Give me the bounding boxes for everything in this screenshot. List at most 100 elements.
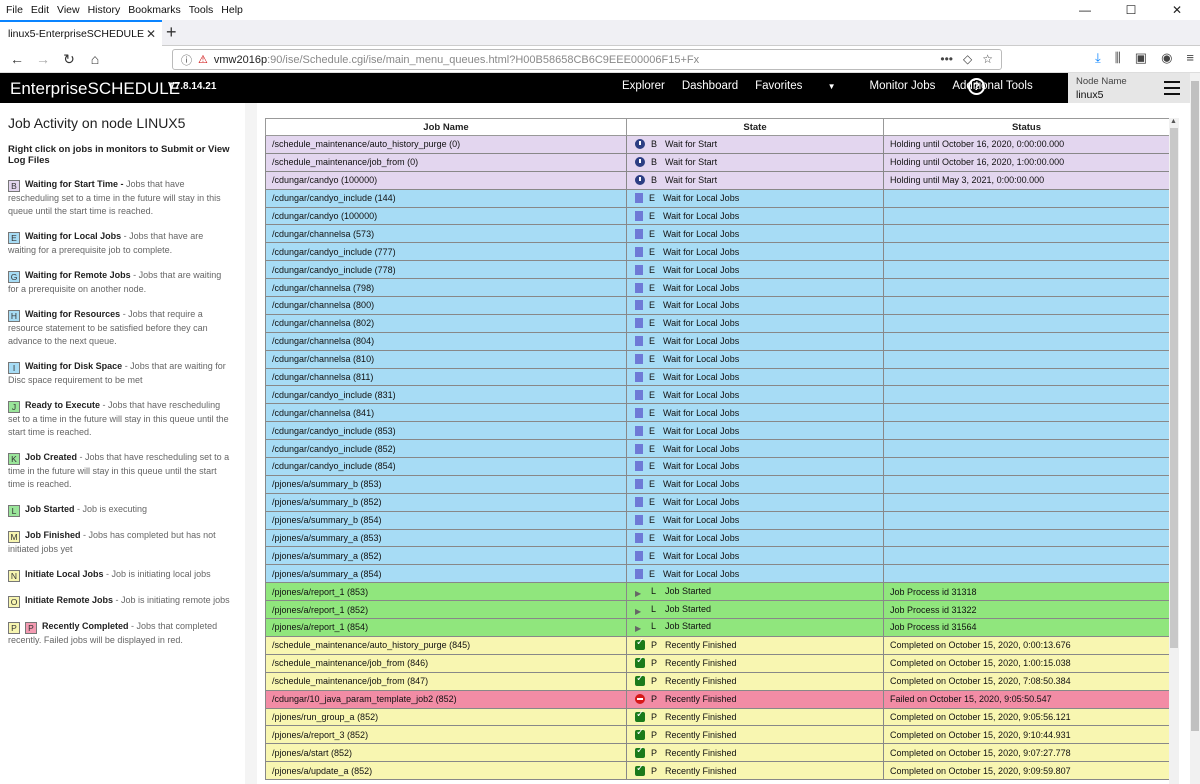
status-cell[interactable] <box>883 349 1169 369</box>
menu-tools[interactable]: Tools <box>189 4 219 16</box>
job-name-cell[interactable]: /cdungar/10_java_param_template_job2 (85… <box>265 689 627 709</box>
state-cell[interactable]: E Wait for Local Jobs <box>626 510 884 530</box>
state-cell[interactable]: E Wait for Local Jobs <box>626 260 884 280</box>
status-cell[interactable] <box>883 260 1169 280</box>
job-name-cell[interactable]: /pjones/a/summary_b (854) <box>265 510 627 530</box>
table-row[interactable]: /schedule_maintenance/auto_history_purge… <box>265 635 1169 655</box>
state-cell[interactable]: E Wait for Local Jobs <box>626 331 884 351</box>
status-cell[interactable]: Completed on October 15, 2020, 9:05:56.1… <box>883 707 1169 727</box>
table-row[interactable]: /cdungar/channelsa (802) E Wait for Local … <box>265 313 1169 333</box>
download-icon[interactable]: ⤓ <box>1095 50 1101 66</box>
state-cell[interactable]: E Wait for Local Jobs <box>626 421 884 441</box>
table-row[interactable]: /pjones/a/summary_a (854) E Wait for Local… <box>265 564 1169 584</box>
table-scroll-thumb[interactable] <box>1170 128 1178 648</box>
job-name-cell[interactable]: /cdungar/candyo (100000) <box>265 170 627 190</box>
status-cell[interactable]: Job Process id 31564 <box>883 618 1169 637</box>
state-cell[interactable]: B Wait for Start <box>626 152 884 172</box>
status-cell[interactable] <box>883 313 1169 333</box>
status-cell[interactable]: Job Process id 31318 <box>883 582 1169 602</box>
nav-dashboard[interactable]: Dashboard <box>682 80 738 92</box>
table-row[interactable]: /cdungar/channelsa (800) E Wait for Local … <box>265 296 1169 315</box>
table-row[interactable]: /pjones/a/summary_a (852) E Wait for Local… <box>265 546 1169 566</box>
job-name-cell[interactable]: /cdungar/candyo_include (831) <box>265 385 627 405</box>
job-name-cell[interactable]: /cdungar/candyo_include (853) <box>265 421 627 441</box>
status-cell[interactable] <box>883 403 1169 423</box>
status-cell[interactable] <box>883 457 1169 476</box>
table-row[interactable]: /cdungar/candyo_include (777) E Wait for L… <box>265 242 1169 262</box>
status-cell[interactable] <box>883 367 1169 387</box>
state-cell[interactable]: P Recently Finished <box>626 761 884 781</box>
minimize-icon[interactable]: — <box>1062 0 1108 20</box>
status-cell[interactable]: Job Process id 31322 <box>883 600 1169 620</box>
table-row[interactable]: /pjones/a/summary_a (853) E Wait for Local… <box>265 528 1169 548</box>
pocket-icon[interactable]: ◇ <box>963 52 972 66</box>
state-cell[interactable]: E Wait for Local Jobs <box>626 278 884 298</box>
insecure-lock-icon[interactable]: ⚠ <box>198 53 208 66</box>
state-cell[interactable]: E Wait for Local Jobs <box>626 224 884 244</box>
job-name-cell[interactable]: /cdungar/channelsa (810) <box>265 349 627 369</box>
maximize-icon[interactable]: ☐ <box>1108 0 1154 20</box>
status-cell[interactable]: Failed on October 15, 2020, 9:05:50.547 <box>883 689 1169 709</box>
menu-file[interactable]: File <box>6 4 28 16</box>
browser-tab[interactable]: linux5-EnterpriseSCHEDULE ✕ <box>0 20 162 46</box>
url-bar[interactable]: ⓘ ⚠ vmw2016p:90/ise/Schedule.cgi/ise/mai… <box>172 49 1002 70</box>
table-row[interactable]: /pjones/a/start (852) P Recently Finished C… <box>265 743 1169 763</box>
state-cell[interactable]: E Wait for Local Jobs <box>626 188 884 208</box>
nav-monitor-jobs[interactable]: Monitor Jobs <box>870 80 936 92</box>
state-cell[interactable]: B Wait for Start <box>626 170 884 190</box>
state-cell[interactable]: E Wait for Local Jobs <box>626 492 884 512</box>
status-cell[interactable]: Holding until October 16, 2020, 1:00:00.… <box>883 152 1169 172</box>
state-cell[interactable]: E Wait for Local Jobs <box>626 242 884 262</box>
status-cell[interactable] <box>883 296 1169 315</box>
state-cell[interactable]: P Recently Finished <box>626 671 884 691</box>
table-row[interactable]: /pjones/a/report_1 (854) L Job Started Job … <box>265 618 1169 637</box>
nav-additional-tools[interactable]: Additional Tools <box>952 80 1032 92</box>
job-name-cell[interactable]: /cdungar/candyo (100000) <box>265 206 627 226</box>
state-cell[interactable]: P Recently Finished <box>626 689 884 709</box>
status-cell[interactable] <box>883 242 1169 262</box>
job-name-cell[interactable]: /pjones/a/report_1 (852) <box>265 600 627 620</box>
job-name-cell[interactable]: /cdungar/candyo_include (777) <box>265 242 627 262</box>
status-cell[interactable]: Completed on October 15, 2020, 7:08:50.3… <box>883 671 1169 691</box>
table-scrollbar[interactable]: ▲ <box>1169 118 1179 784</box>
table-row[interactable]: /pjones/a/report_1 (853) L Job Started Job … <box>265 582 1169 602</box>
status-cell[interactable]: Completed on October 15, 2020, 9:09:59.8… <box>883 761 1169 781</box>
table-row[interactable]: /cdungar/candyo_include (831) E Wait for L… <box>265 385 1169 405</box>
state-cell[interactable]: E Wait for Local Jobs <box>626 313 884 333</box>
status-cell[interactable] <box>883 188 1169 208</box>
state-cell[interactable]: E Wait for Local Jobs <box>626 457 884 476</box>
nav-favorites[interactable]: Favorites ▼ <box>755 80 852 92</box>
state-cell[interactable]: E Wait for Local Jobs <box>626 349 884 369</box>
table-row[interactable]: /cdungar/channelsa (810) E Wait for Local … <box>265 349 1169 369</box>
status-cell[interactable] <box>883 331 1169 351</box>
job-name-cell[interactable]: /cdungar/channelsa (804) <box>265 331 627 351</box>
more-icon[interactable]: ••• <box>940 52 953 66</box>
state-cell[interactable]: E Wait for Local Jobs <box>626 206 884 226</box>
job-name-cell[interactable]: /cdungar/channelsa (802) <box>265 313 627 333</box>
table-row[interactable]: /cdungar/candyo_include (778) E Wait for L… <box>265 260 1169 280</box>
status-cell[interactable]: Completed on October 15, 2020, 9:07:27.7… <box>883 743 1169 763</box>
table-row[interactable]: /cdungar/candyo_include (852) E Wait for L… <box>265 439 1169 459</box>
home-icon[interactable]: ⌂ <box>82 51 108 67</box>
help-icon[interactable]: ? <box>968 78 985 95</box>
table-row[interactable]: /cdungar/10_java_param_template_job2 (85… <box>265 689 1169 709</box>
table-row[interactable]: /cdungar/channelsa (811) E Wait for Local … <box>265 367 1169 387</box>
menu-edit[interactable]: Edit <box>31 4 54 16</box>
job-name-cell[interactable]: /pjones/a/summary_a (853) <box>265 528 627 548</box>
state-cell[interactable]: E Wait for Local Jobs <box>626 528 884 548</box>
job-name-cell[interactable]: /schedule_maintenance/job_from (0) <box>265 152 627 172</box>
close-window-icon[interactable]: ✕ <box>1154 0 1200 20</box>
state-cell[interactable]: E Wait for Local Jobs <box>626 385 884 405</box>
col-status[interactable]: Status <box>883 118 1169 136</box>
table-row[interactable]: /pjones/a/report_3 (852) P Recently Finish… <box>265 725 1169 745</box>
status-cell[interactable] <box>883 385 1169 405</box>
table-row[interactable]: /pjones/a/summary_b (854) E Wait for Local… <box>265 510 1169 530</box>
status-cell[interactable]: Holding until May 3, 2021, 0:00:00.000 <box>883 170 1169 190</box>
new-tab-icon[interactable]: + <box>166 22 177 43</box>
page-scrollbar[interactable] <box>1190 73 1200 784</box>
col-state[interactable]: State <box>626 118 884 136</box>
status-cell[interactable] <box>883 439 1169 459</box>
state-cell[interactable]: L Job Started <box>626 582 884 602</box>
job-name-cell[interactable]: /cdungar/channelsa (811) <box>265 367 627 387</box>
status-cell[interactable] <box>883 528 1169 548</box>
